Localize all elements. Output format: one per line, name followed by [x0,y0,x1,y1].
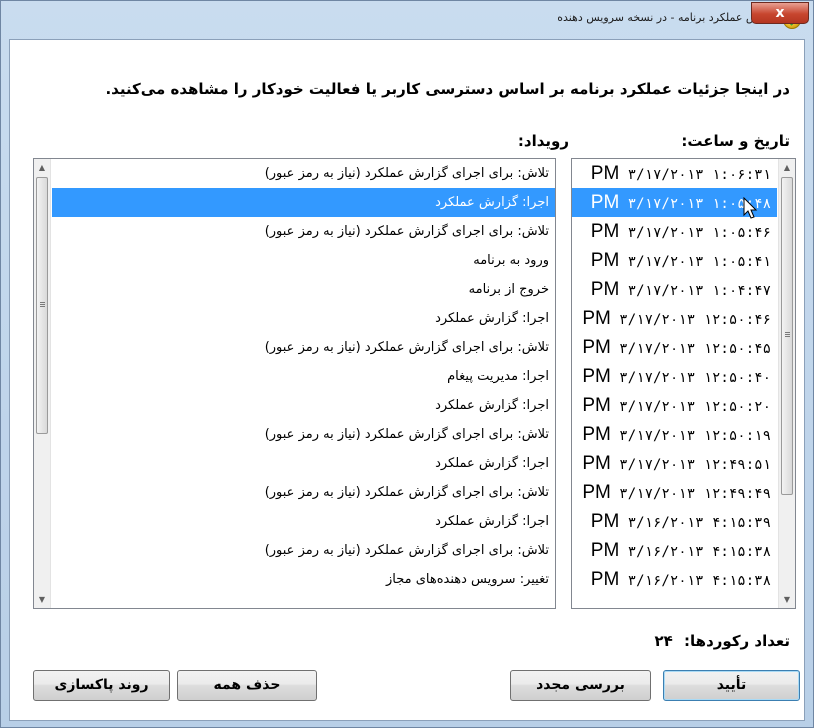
date-time-value: ۳/۱۶/۲۰۱۳ ۴:۱۵:۳۸ [627,573,771,589]
event-list-item[interactable]: اجرا: مدیریت پیغام [52,362,555,391]
date-list-item[interactable]: PM ۳/۱۷/۲۰۱۳ ۱۲:۵۰:۴۵ [572,333,777,362]
scroll-up-arrow-icon[interactable]: ▲ [779,159,795,176]
ampm-label: PM [582,308,611,329]
delete-all-button[interactable]: حذف همه [177,670,317,701]
scroll-down-arrow-icon[interactable]: ▼ [34,591,50,608]
ampm-label: PM [590,540,620,561]
ampm-label: PM [582,337,611,358]
date-scrollbar[interactable]: ▲ ▼ [778,159,795,608]
report-window: گزارش عملکرد برنامه - در نسخه سرویس دهند… [0,0,814,728]
recheck-button[interactable]: بررسی مجدد [510,670,651,701]
ok-button[interactable]: تأیید [663,670,800,701]
event-list-item[interactable]: تلاش: برای اجرای گزارش عملکرد (نیاز به ر… [52,478,555,507]
window-title: گزارش عملکرد برنامه - در نسخه سرویس دهند… [557,11,779,24]
ampm-label: PM [590,250,620,271]
date-time-value: ۳/۱۷/۲۰۱۳ ۱۲:۵۰:۴۰ [619,370,771,386]
date-list-item[interactable]: PM ۳/۱۷/۲۰۱۳ ۱۲:۵۰:۲۰ [572,391,777,420]
ampm-label: PM [590,163,620,184]
grip-icon [40,302,45,303]
event-list-item[interactable]: تلاش: برای اجرای گزارش عملکرد (نیاز به ر… [52,217,555,246]
ampm-label: PM [582,366,611,387]
event-list-item[interactable]: اجرا: گزارش عملکرد [52,391,555,420]
date-time-value: ۳/۱۷/۲۰۱۳ ۱۲:۵۰:۴۵ [619,341,771,357]
scroll-up-arrow-icon[interactable]: ▲ [34,159,50,176]
event-list-item[interactable]: اجرا: گزارش عملکرد [52,188,555,217]
date-time-value: ۳/۱۷/۲۰۱۳ ۱:۰۵:۴۱ [627,254,771,270]
date-list-item[interactable]: PM ۳/۱۷/۲۰۱۳ ۱۲:۴۹:۵۱ [572,449,777,478]
date-list-item[interactable]: PM ۳/۱۷/۲۰۱۳ ۱۲:۵۰:۴۶ [572,304,777,333]
date-list-item[interactable]: PM ۳/۱۶/۲۰۱۳ ۴:۱۵:۳۹ [572,507,777,536]
date-list-item[interactable]: PM ۳/۱۷/۲۰۱۳ ۱:۰۴:۴۷ [572,275,777,304]
date-list-item[interactable]: PM ۳/۱۷/۲۰۱۳ ۱:۰۶:۳۱ [572,159,777,188]
scroll-thumb[interactable] [36,177,48,434]
cleanup-button[interactable]: روند پاکسازی [33,670,170,701]
event-list-item[interactable]: ورود به برنامه [52,246,555,275]
event-list-item[interactable]: اجرا: گزارش عملکرد [52,507,555,536]
event-rows: تلاش: برای اجرای گزارش عملکرد (نیاز به ر… [52,159,555,594]
date-rows: PM ۳/۱۷/۲۰۱۳ ۱:۰۶:۳۱ PM ۳/۱۷/۲۰۱۳ ۱:۰۵:۴۸… [572,159,777,594]
ampm-label: PM [582,453,611,474]
date-list-item[interactable]: PM ۳/۱۷/۲۰۱۳ ۱۲:۴۹:۴۹ [572,478,777,507]
date-time-value: ۳/۱۶/۲۰۱۳ ۴:۱۵:۳۹ [627,515,771,531]
scroll-thumb[interactable] [781,177,793,495]
date-list-item[interactable]: PM ۳/۱۷/۲۰۱۳ ۱۲:۵۰:۴۰ [572,362,777,391]
date-time-value: ۳/۱۷/۲۰۱۳ ۱:۰۴:۴۷ [627,283,771,299]
event-list-item[interactable]: تلاش: برای اجرای گزارش عملکرد (نیاز به ر… [52,536,555,565]
event-listbox[interactable]: تلاش: برای اجرای گزارش عملکرد (نیاز به ر… [33,158,556,609]
event-list-item[interactable]: اجرا: گزارش عملکرد [52,449,555,478]
ampm-label: PM [590,221,620,242]
date-list-item[interactable]: PM ۳/۱۷/۲۰۱۳ ۱۲:۵۰:۱۹ [572,420,777,449]
date-listbox[interactable]: PM ۳/۱۷/۲۰۱۳ ۱:۰۶:۳۱ PM ۳/۱۷/۲۰۱۳ ۱:۰۵:۴۸… [571,158,796,609]
date-column-header: تاریخ و ساعت: [681,132,790,150]
date-time-value: ۳/۱۷/۲۰۱۳ ۱:۰۵:۴۶ [627,225,771,241]
record-count: تعداد رکوردها: ۲۴ [655,632,791,650]
event-list-item[interactable]: تلاش: برای اجرای گزارش عملکرد (نیاز به ر… [52,420,555,449]
event-list-item[interactable]: تلاش: برای اجرای گزارش عملکرد (نیاز به ر… [52,159,555,188]
grip-icon [785,332,790,333]
ampm-label: PM [582,482,611,503]
event-list-item[interactable]: اجرا: گزارش عملکرد [52,304,555,333]
title-bar[interactable]: گزارش عملکرد برنامه - در نسخه سرویس دهند… [1,1,813,39]
event-list-item[interactable]: تغییر: سرویس دهنده‌های مجاز [52,565,555,594]
date-list-item[interactable]: PM ۳/۱۷/۲۰۱۳ ۱:۰۵:۴۱ [572,246,777,275]
ampm-label: PM [590,279,620,300]
ampm-label: PM [582,424,611,445]
ampm-label: PM [582,395,611,416]
event-scrollbar[interactable]: ▲ ▼ [34,159,51,608]
date-list-item[interactable]: PM ۳/۱۶/۲۰۱۳ ۴:۱۵:۳۸ [572,565,777,594]
date-time-value: ۳/۱۷/۲۰۱۳ ۱۲:۵۰:۴۶ [619,312,771,328]
description-text: در اینجا جزئیات عملکرد برنامه بر اساس دس… [105,80,790,98]
date-list-item[interactable]: PM ۳/۱۶/۲۰۱۳ ۴:۱۵:۳۸ [572,536,777,565]
ampm-label: PM [590,511,620,532]
date-time-value: ۳/۱۶/۲۰۱۳ ۴:۱۵:۳۸ [627,544,771,560]
date-time-value: ۳/۱۷/۲۰۱۳ ۱۲:۵۰:۲۰ [619,399,771,415]
date-time-value: ۳/۱۷/۲۰۱۳ ۱۲:۵۰:۱۹ [619,428,771,444]
date-time-value: ۳/۱۷/۲۰۱۳ ۱۲:۴۹:۴۹ [619,486,771,502]
event-column-header: رویداد: [517,132,569,150]
scroll-down-arrow-icon[interactable]: ▼ [779,591,795,608]
date-time-value: ۳/۱۷/۲۰۱۳ ۱:۰۶:۳۱ [627,167,771,183]
date-list-item[interactable]: PM ۳/۱۷/۲۰۱۳ ۱:۰۵:۴۶ [572,217,777,246]
event-list-item[interactable]: خروج از برنامه [52,275,555,304]
ampm-label: PM [590,569,620,590]
record-count-label: تعداد رکوردها: [684,632,790,650]
event-list-item[interactable]: تلاش: برای اجرای گزارش عملکرد (نیاز به ر… [52,333,555,362]
ampm-label: PM [590,192,620,213]
close-icon: x [775,5,785,21]
dialog-body: در اینجا جزئیات عملکرد برنامه بر اساس دس… [9,39,805,721]
date-time-value: ۳/۱۷/۲۰۱۳ ۱۲:۴۹:۵۱ [619,457,771,473]
record-count-value: ۲۴ [654,632,673,650]
close-button[interactable]: x [751,2,809,24]
